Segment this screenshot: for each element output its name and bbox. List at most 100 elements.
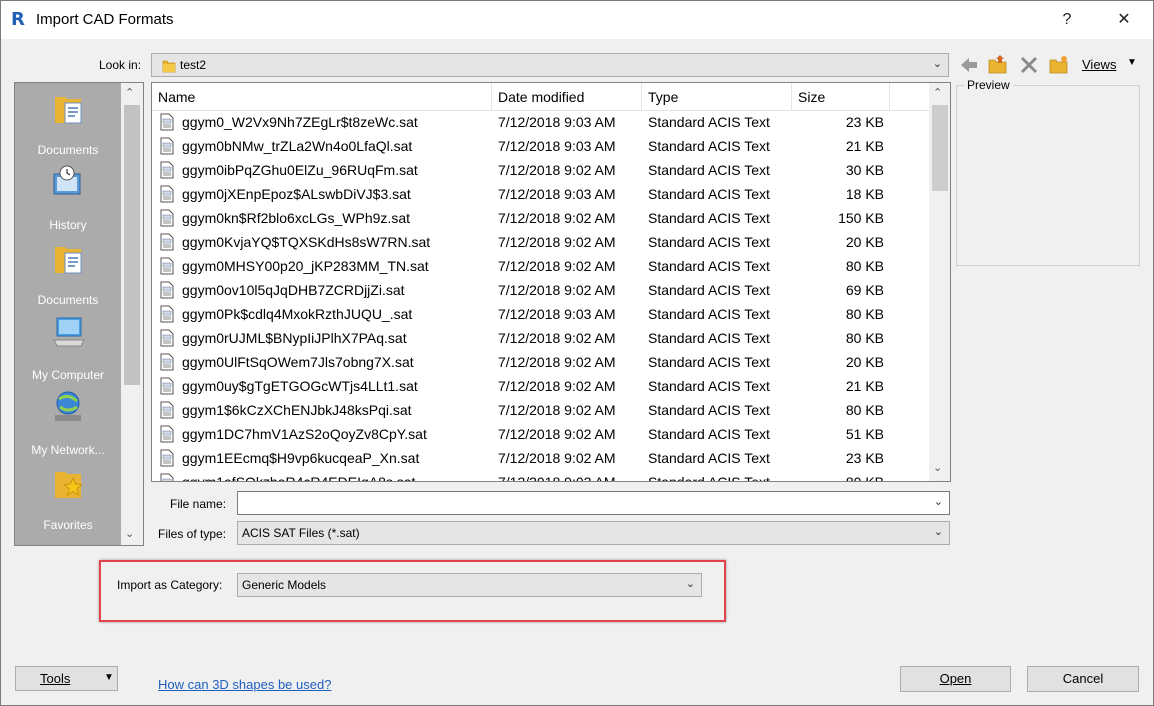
file-name-cell: ggym0bNMw_trZLa2Wn4o0LfaQl.sat	[182, 138, 413, 154]
date-modified-cell: 7/12/2018 9:02 AM	[498, 234, 616, 250]
help-button[interactable]: ?	[1052, 7, 1082, 33]
date-modified-cell: 7/12/2018 9:02 AM	[498, 162, 616, 178]
cancel-button[interactable]: Cancel	[1027, 666, 1139, 692]
sat-file-icon	[160, 353, 174, 371]
scroll-up-icon[interactable]: ⌃	[933, 86, 942, 99]
tools-button[interactable]: Tools ▼	[15, 666, 118, 691]
places-item-favorites[interactable]: Favorites	[15, 464, 121, 534]
file-name-cell: ggym0uy$gTgETGOGcWTjs4LLt1.sat	[182, 378, 418, 394]
size-cell: 51 KB	[845, 426, 884, 442]
places-item-label: Favorites	[43, 518, 93, 532]
file-row[interactable]: ggym0jXEnpEpoz$ALswbDiVJ$3.sat 7/12/2018 …	[152, 182, 930, 206]
places-scroll-thumb[interactable]	[124, 105, 140, 385]
column-date-modified[interactable]: Date modified	[492, 83, 642, 111]
favorites-icon	[55, 472, 84, 498]
date-modified-cell: 7/12/2018 9:02 AM	[498, 450, 616, 466]
file-name-cell: ggym0KvjaYQ$TQXSKdHs8sW7RN.sat	[182, 234, 431, 250]
file-name-cell: ggym0_W2Vx9Nh7ZEgLr$t8zeWc.sat	[182, 114, 418, 130]
size-cell: 80 KB	[845, 330, 884, 346]
look-in-label: Look in:	[99, 58, 142, 72]
file-row[interactable]: ggym1DC7hmV1AzS2oQoyZv8CpY.sat 7/12/2018 …	[152, 422, 930, 446]
file-name-cell: ggym0kn$Rf2blo6xcLGs_WPh9z.sat	[182, 210, 410, 226]
preview-pane	[956, 85, 1140, 266]
size-cell: 21 KB	[845, 138, 884, 154]
type-cell: Standard ACIS Text	[648, 282, 770, 298]
chevron-down-icon: ⌄	[932, 58, 942, 70]
computer-icon	[53, 317, 85, 347]
size-cell: 80 KB	[845, 258, 884, 274]
scroll-up-icon[interactable]: ⌃	[125, 86, 134, 99]
column-name[interactable]: Name	[152, 83, 492, 111]
date-modified-cell: 7/12/2018 9:02 AM	[498, 426, 616, 442]
date-modified-cell: 7/12/2018 9:02 AM	[498, 282, 616, 298]
places-item-label: My Network...	[31, 443, 105, 457]
places-item-my-computer[interactable]: My Computer	[15, 314, 121, 384]
file-row[interactable]: ggym0KvjaYQ$TQXSKdHs8sW7RN.sat 7/12/2018 …	[152, 230, 930, 254]
back-arrow-icon[interactable]	[958, 54, 980, 76]
file-row[interactable]: ggym1afSOkzhaR4cR4EDEIqA8s.sat 7/12/2018 …	[152, 470, 930, 481]
file-row[interactable]: ggym0bNMw_trZLa2Wn4o0LfaQl.sat 7/12/2018 …	[152, 134, 930, 158]
chevron-down-icon: ⌄	[685, 578, 695, 590]
scroll-down-icon[interactable]: ⌄	[125, 527, 134, 540]
close-button[interactable]: ✕	[1109, 7, 1139, 33]
new-folder-icon[interactable]	[1048, 54, 1070, 76]
type-cell: Standard ACIS Text	[648, 138, 770, 154]
type-cell: Standard ACIS Text	[648, 402, 770, 418]
places-scrollbar[interactable]: ⌃ ⌄	[121, 83, 143, 545]
file-row[interactable]: ggym0Pk$cdlq4MxokRzthJUQU_.sat 7/12/2018 …	[152, 302, 930, 326]
date-modified-cell: 7/12/2018 9:02 AM	[498, 378, 616, 394]
import-category-value: Generic Models	[242, 578, 327, 592]
places-item-documents[interactable]: Documents	[15, 239, 121, 309]
file-list-scroll-thumb[interactable]	[932, 105, 948, 191]
size-cell: 80 KB	[845, 402, 884, 418]
file-row[interactable]: ggym0uy$gTgETGOGcWTjs4LLt1.sat 7/12/2018 …	[152, 374, 930, 398]
file-row[interactable]: ggym0MHSY00p20_jKP283MM_TN.sat 7/12/2018 …	[152, 254, 930, 278]
files-of-type-dropdown[interactable]: ACIS SAT Files (*.sat) ⌄	[237, 521, 950, 545]
file-row[interactable]: ggym0ov10l5qJqDHB7ZCRDjjZi.sat 7/12/2018 …	[152, 278, 930, 302]
size-cell: 20 KB	[845, 234, 884, 250]
look-in-dropdown[interactable]: test2 ⌄	[151, 53, 949, 77]
title-bar: R Import CAD Formats ? ✕	[1, 1, 1153, 39]
import-category-dropdown[interactable]: Generic Models ⌄	[237, 573, 702, 597]
places-item-my-network[interactable]: My Network...	[15, 389, 121, 459]
help-link[interactable]: How can 3D shapes be used?	[158, 677, 331, 692]
file-row[interactable]: ggym0kn$Rf2blo6xcLGs_WPh9z.sat 7/12/2018 …	[152, 206, 930, 230]
views-menu[interactable]: Views	[1082, 57, 1116, 72]
date-modified-cell: 7/12/2018 9:02 AM	[498, 354, 616, 370]
chevron-down-icon[interactable]: ⌄	[934, 495, 943, 508]
file-row[interactable]: ggym1EEcmq$H9vp6kucqeaP_Xn.sat 7/12/2018 …	[152, 446, 930, 470]
file-row[interactable]: ggym0rUJML$BNypIiJPlhX7PAq.sat 7/12/2018 …	[152, 326, 930, 350]
up-folder-icon[interactable]	[987, 54, 1009, 76]
documents-icon	[55, 247, 82, 274]
file-row[interactable]: ggym0UlFtSqOWem7Jls7obng7X.sat 7/12/2018 …	[152, 350, 930, 374]
date-modified-cell: 7/12/2018 9:02 AM	[498, 258, 616, 274]
file-name-input[interactable]: ⌄	[237, 491, 950, 515]
places-item-label: Documents	[37, 293, 99, 307]
column-size[interactable]: Size	[792, 83, 890, 111]
places-item-history[interactable]: History	[15, 164, 121, 234]
scroll-down-icon[interactable]: ⌄	[933, 461, 942, 474]
type-cell: Standard ACIS Text	[648, 354, 770, 370]
import-category-label: Import as Category:	[117, 578, 223, 592]
date-modified-cell: 7/12/2018 9:02 AM	[498, 210, 616, 226]
file-name-label: File name:	[170, 497, 227, 511]
file-row[interactable]: ggym1$6kCzXChENJbkJ48ksPqi.sat 7/12/2018 …	[152, 398, 930, 422]
column-type[interactable]: Type	[642, 83, 792, 111]
views-dropdown-icon[interactable]: ▼	[1127, 57, 1137, 68]
sat-file-icon	[160, 185, 174, 203]
size-cell: 23 KB	[845, 114, 884, 130]
size-cell: 69 KB	[845, 282, 884, 298]
file-row[interactable]: ggym0_W2Vx9Nh7ZEgLr$t8zeWc.sat 7/12/2018 …	[152, 110, 930, 134]
type-cell: Standard ACIS Text	[648, 258, 770, 274]
open-button[interactable]: Open	[900, 666, 1011, 692]
sat-file-icon	[160, 161, 174, 179]
file-list-scrollbar[interactable]: ⌃ ⌄	[929, 83, 950, 481]
delete-icon[interactable]	[1018, 54, 1040, 76]
date-modified-cell: 7/12/2018 9:03 AM	[498, 186, 616, 202]
network-icon	[55, 391, 81, 421]
places-item-documents[interactable]: Documents	[15, 89, 121, 159]
type-cell: Standard ACIS Text	[648, 450, 770, 466]
documents-icon	[55, 97, 82, 124]
places-item-label: My Computer	[31, 368, 105, 382]
file-row[interactable]: ggym0ibPqZGhu0ElZu_96RUqFm.sat 7/12/2018 …	[152, 158, 930, 182]
